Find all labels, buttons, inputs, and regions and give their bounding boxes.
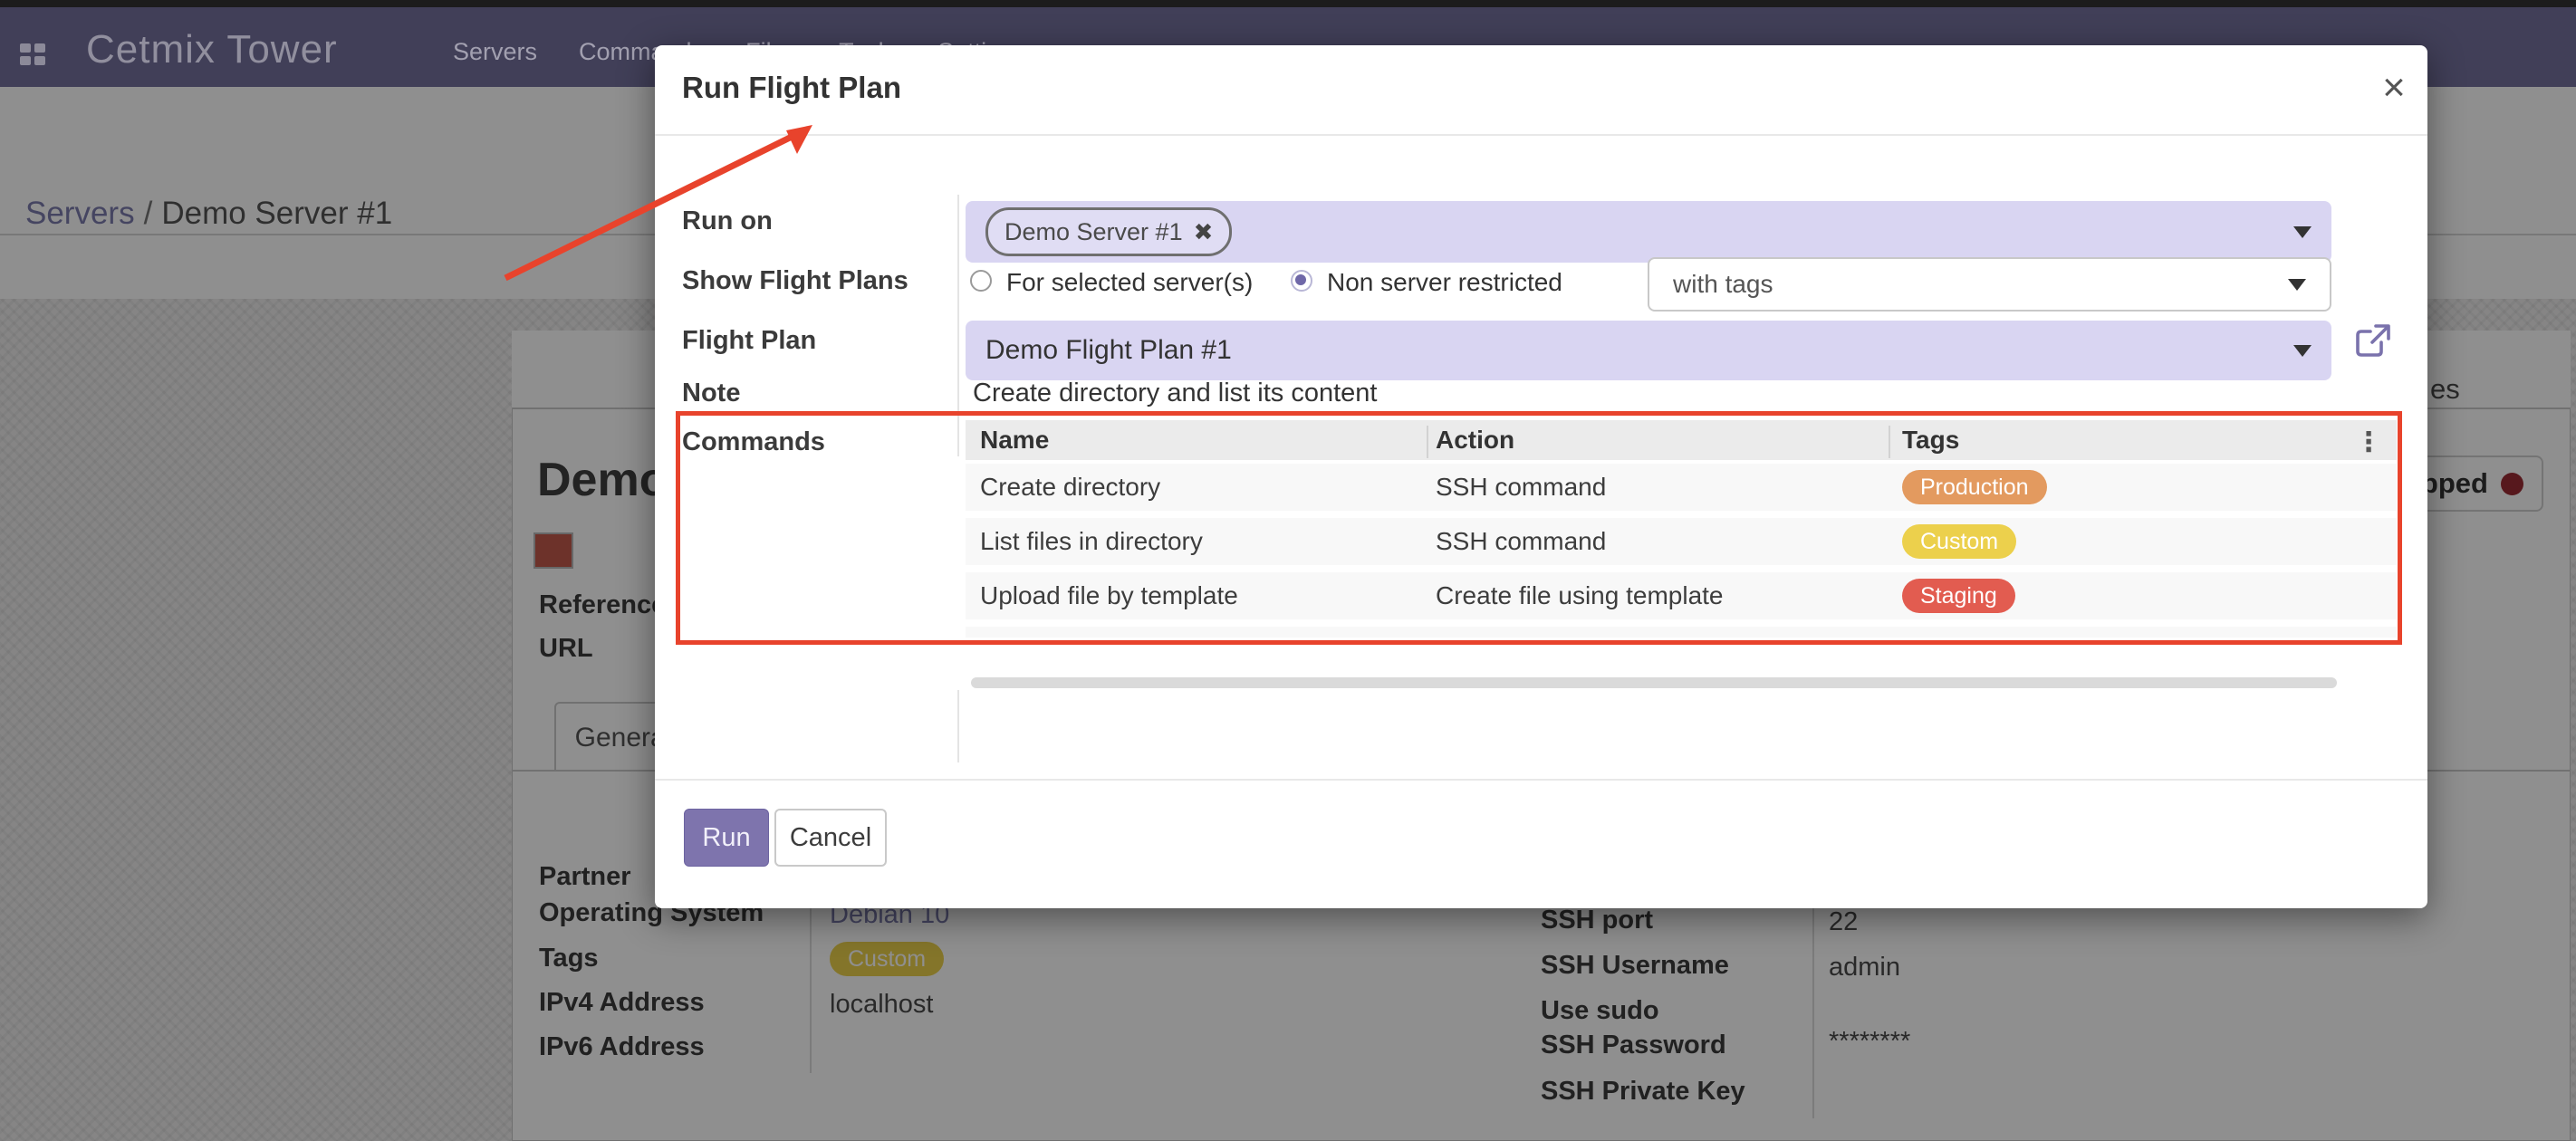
flight-plan-caret-icon[interactable] — [2293, 345, 2312, 357]
flight-plan-label: Flight Plan — [682, 326, 816, 356]
radio-for-selected-servers-label[interactable]: For selected server(s) — [1006, 268, 1253, 297]
dialog-footer-divider — [655, 779, 2427, 781]
tags-filter-select[interactable]: with tags — [1648, 257, 2331, 312]
flight-plan-field[interactable]: Demo Flight Plan #1 — [966, 321, 2331, 380]
annotation-highlight-box — [676, 411, 2402, 645]
note-label: Note — [682, 379, 740, 408]
run-on-server-tag[interactable]: Demo Server #1 ✖ — [985, 207, 1232, 256]
dialog-header-divider — [655, 134, 2427, 136]
run-on-field[interactable]: Demo Server #1 ✖ — [966, 201, 2331, 263]
close-icon[interactable]: × — [2371, 65, 2417, 110]
external-link-icon[interactable] — [2354, 321, 2392, 359]
note-value: Create directory and list its content — [973, 379, 1377, 408]
radio-for-selected-servers[interactable] — [970, 270, 992, 292]
run-on-caret-icon[interactable] — [2293, 226, 2312, 238]
dialog-title: Run Flight Plan — [682, 71, 901, 105]
run-on-label: Run on — [682, 206, 773, 236]
apps-grid-icon[interactable] — [20, 43, 47, 67]
tag-remove-icon[interactable]: ✖ — [1194, 218, 1214, 246]
radio-non-server-restricted-label[interactable]: Non server restricted — [1327, 268, 1562, 297]
radio-non-server-restricted[interactable] — [1291, 270, 1312, 292]
label-column-divider-lower — [957, 690, 959, 762]
window-top-edge — [0, 0, 2576, 7]
cancel-button[interactable]: Cancel — [774, 809, 887, 867]
menu-item-servers[interactable]: Servers — [453, 38, 537, 66]
tags-filter-caret-icon — [2288, 279, 2306, 291]
show-flight-plans-label: Show Flight Plans — [682, 266, 908, 296]
table-horizontal-scrollbar[interactable] — [971, 677, 2337, 688]
brand-title: Cetmix Tower — [86, 27, 338, 72]
run-button[interactable]: Run — [684, 809, 769, 867]
